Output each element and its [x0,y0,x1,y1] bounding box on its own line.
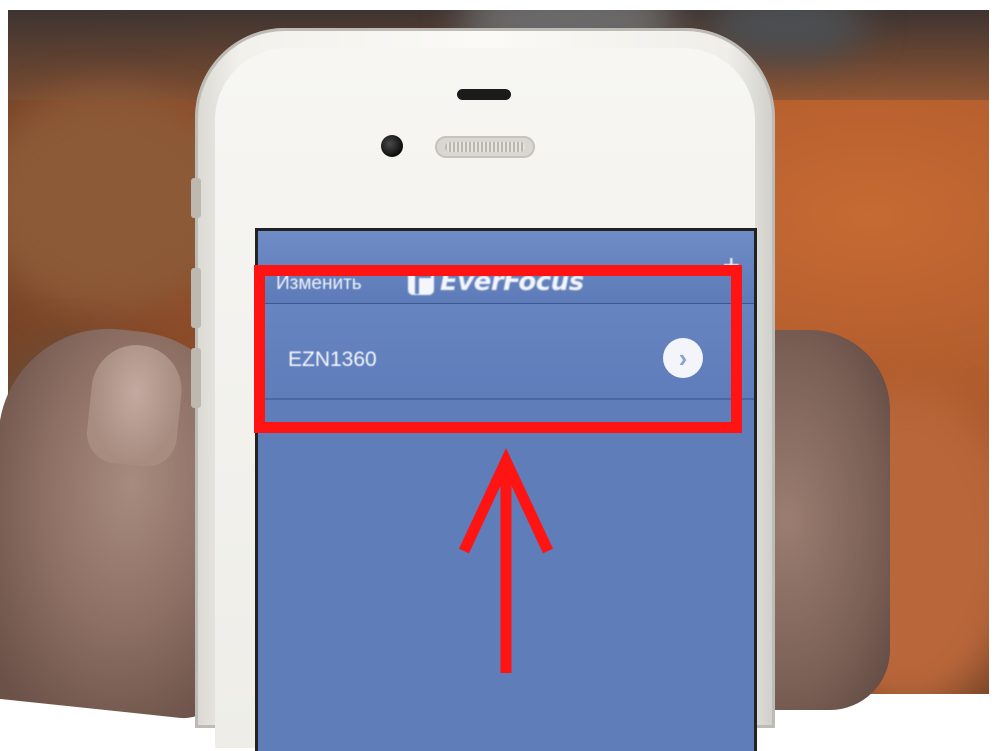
earpiece-grill [435,136,535,158]
top-speaker-slot [457,89,511,100]
volume-down-button [191,348,201,408]
volume-up-button [191,268,201,328]
front-camera-icon [381,135,403,157]
mute-switch [191,178,201,218]
earpiece-mesh [445,142,525,152]
arrow-up-icon [459,447,553,673]
highlight-rectangle [254,265,742,433]
